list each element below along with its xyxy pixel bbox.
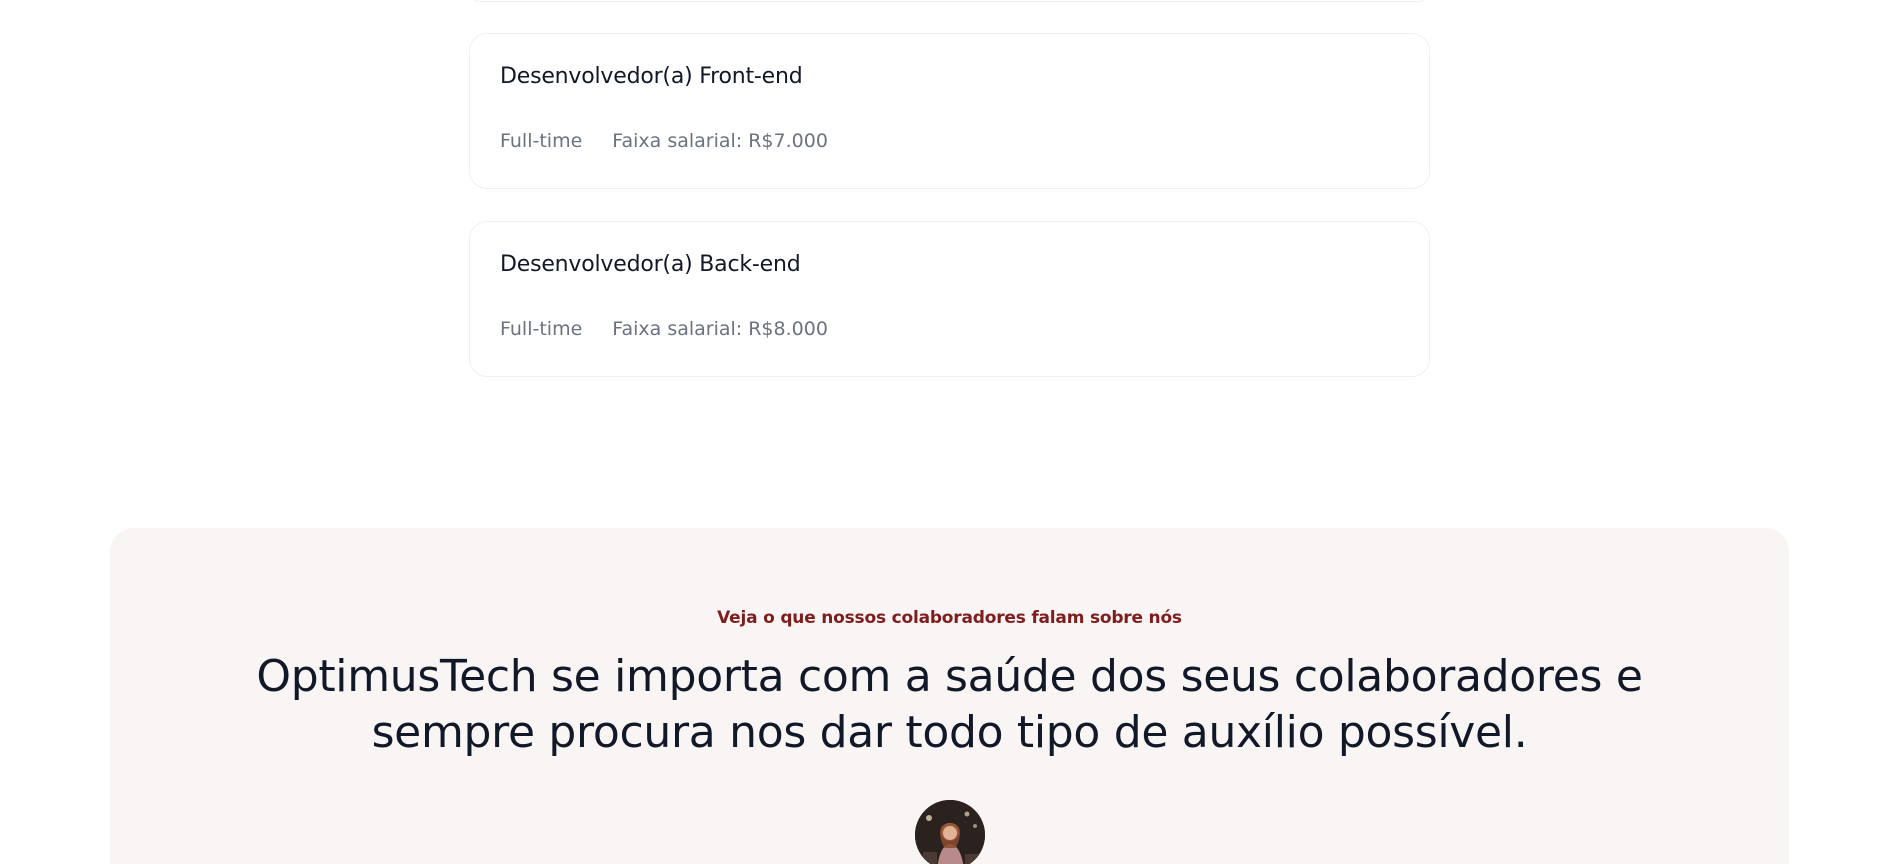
job-card[interactable]: Desenvolvedor(a) Front-end Full-time Fai… <box>469 33 1430 189</box>
testimonials-section: Veja o que nossos colaboradores falam so… <box>110 528 1789 864</box>
page: Desenvolvedor(a) Front-end Full-time Fai… <box>0 0 1897 864</box>
job-card[interactable]: Desenvolvedor(a) Back-end Full-time Faix… <box>469 221 1430 377</box>
job-title: Desenvolvedor(a) Front-end <box>500 64 803 89</box>
job-salary: Faixa salarial: R$8.000 <box>612 318 828 340</box>
job-type: Full-time <box>500 318 583 340</box>
job-card-previous[interactable] <box>469 0 1430 2</box>
person-photo-icon <box>915 800 985 864</box>
avatar <box>915 800 985 864</box>
testimonials-eyebrow: Veja o que nossos colaboradores falam so… <box>717 608 1182 628</box>
job-salary: Faixa salarial: R$7.000 <box>612 130 828 152</box>
job-title: Desenvolvedor(a) Back-end <box>500 252 801 277</box>
testimonial-quote: OptimusTech se importa com a saúde dos s… <box>256 651 1643 758</box>
job-meta: Full-time Faixa salarial: R$7.000 <box>500 130 828 152</box>
job-type: Full-time <box>500 130 583 152</box>
job-meta: Full-time Faixa salarial: R$8.000 <box>500 318 828 340</box>
